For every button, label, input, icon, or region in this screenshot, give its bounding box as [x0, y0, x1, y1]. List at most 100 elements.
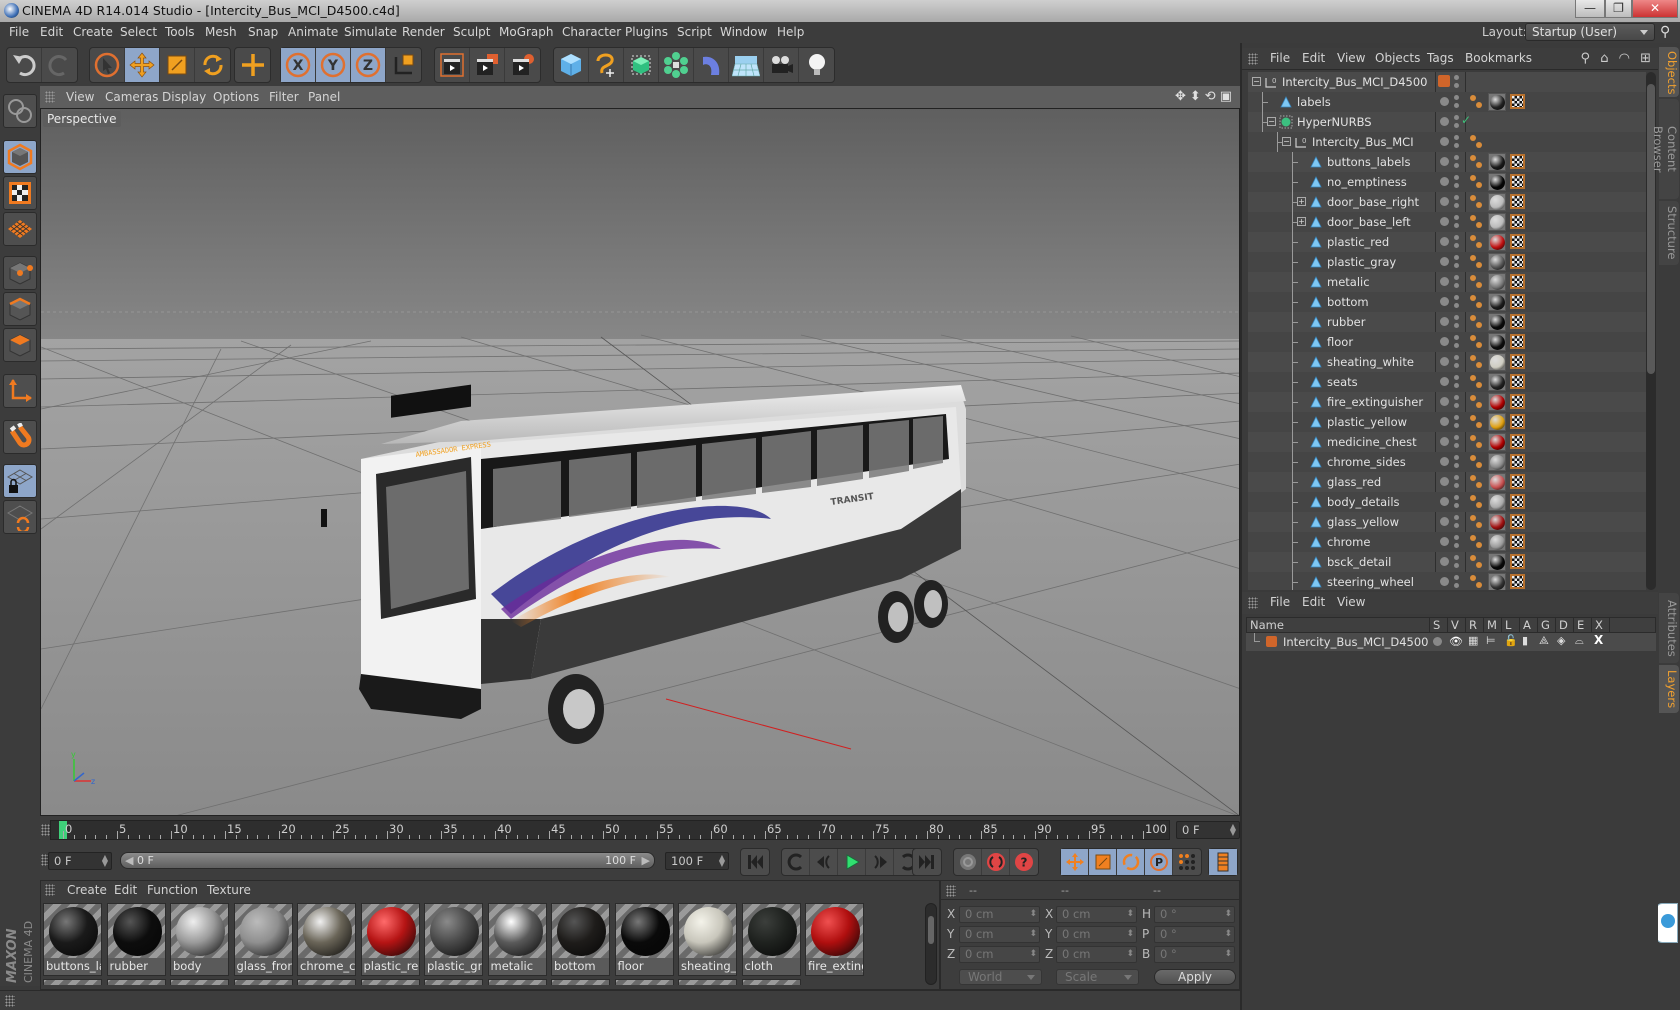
layer-dot[interactable]: [1440, 137, 1449, 146]
play-button[interactable]: [838, 849, 866, 875]
menu-tools[interactable]: Tools: [165, 25, 195, 39]
uvw-tag-icon[interactable]: [1510, 174, 1525, 189]
object-name[interactable]: metalic: [1327, 275, 1370, 289]
restore-button[interactable]: ❐: [1605, 0, 1632, 18]
visibility-toggle[interactable]: [1454, 75, 1459, 89]
coordinate-space-select[interactable]: World: [959, 969, 1042, 985]
visibility-toggle[interactable]: [1454, 375, 1459, 389]
material-grip[interactable]: [45, 884, 55, 896]
y-axis-button[interactable]: Y: [316, 48, 351, 82]
phong-tag-icon[interactable]: [1470, 535, 1484, 550]
layer-dot[interactable]: [1440, 537, 1449, 546]
apply-button[interactable]: Apply: [1154, 969, 1236, 985]
object-name[interactable]: bottom: [1327, 295, 1369, 309]
minimize-button[interactable]: —: [1575, 0, 1605, 18]
material-swatch[interactable]: glass_front: [233, 903, 293, 976]
layer-dot[interactable]: [1440, 97, 1449, 106]
material-swatch-next-row[interactable]: [297, 979, 356, 985]
layer-dot[interactable]: [1440, 417, 1449, 426]
menu-plugins[interactable]: Plugins: [625, 25, 668, 39]
material-swatch-next-row[interactable]: [233, 979, 293, 985]
object-row[interactable]: + door_base_left: [1248, 212, 1646, 232]
lock-workplane-button[interactable]: [3, 464, 37, 498]
tab-content-browser[interactable]: Content Browser: [1651, 99, 1679, 199]
material-tag-icon[interactable]: [1488, 233, 1506, 251]
tab-layers[interactable]: Layers: [1659, 665, 1679, 713]
object-name[interactable]: fire_extinguisher: [1327, 395, 1423, 409]
object-row[interactable]: body_details: [1248, 492, 1646, 512]
object-row[interactable]: − HyperNURBS ✓: [1248, 112, 1646, 132]
object-name[interactable]: steering_wheel: [1327, 575, 1414, 589]
material-scrollbar[interactable]: [925, 903, 937, 985]
visibility-toggle[interactable]: [1454, 255, 1459, 269]
layer-dot[interactable]: [1440, 377, 1449, 386]
phong-tag-icon[interactable]: [1470, 235, 1484, 250]
visibility-toggle[interactable]: [1454, 135, 1459, 149]
material-tag-icon[interactable]: [1488, 533, 1506, 551]
menu-character[interactable]: Character: [562, 25, 621, 39]
menu-window[interactable]: Window: [720, 25, 767, 39]
visibility-toggle[interactable]: [1454, 295, 1459, 309]
phong-tag-icon[interactable]: [1470, 255, 1484, 270]
visibility-toggle[interactable]: [1454, 115, 1459, 129]
visibility-toggle[interactable]: [1454, 95, 1459, 109]
object-row[interactable]: buttons_labels: [1248, 152, 1646, 172]
uvw-tag-icon[interactable]: [1510, 94, 1525, 109]
menu-select[interactable]: Select: [120, 25, 157, 39]
floor-button[interactable]: [729, 48, 764, 82]
layer-dot[interactable]: [1440, 457, 1449, 466]
previous-key-button[interactable]: [782, 849, 810, 875]
om-menu-tags[interactable]: Tags: [1427, 51, 1454, 65]
phong-tag-icon[interactable]: [1470, 135, 1484, 150]
menu-render[interactable]: Render: [402, 25, 445, 39]
uvw-tag-icon[interactable]: [1510, 274, 1525, 289]
material-tag-icon[interactable]: [1488, 213, 1506, 231]
object-row[interactable]: sheating_white: [1248, 352, 1646, 372]
rotation-b-field[interactable]: 0 °: [1154, 946, 1235, 963]
timeline-ruler[interactable]: 0 5 10 15 20 25 30 35 40 45 50 55 60 65 70 75 80 85 90 95 10…: [50, 820, 1170, 840]
layer-dot[interactable]: [1440, 317, 1449, 326]
object-row[interactable]: no_emptiness: [1248, 172, 1646, 192]
om-menu-edit[interactable]: Edit: [1302, 51, 1325, 65]
col-xref[interactable]: X: [1592, 618, 1610, 632]
close-button[interactable]: ✕: [1632, 0, 1678, 18]
phong-tag-icon[interactable]: [1470, 195, 1484, 210]
col-locked[interactable]: L: [1502, 618, 1520, 632]
rotation-h-field[interactable]: 0 °: [1154, 906, 1235, 923]
record-active-objects-button[interactable]: [954, 849, 982, 875]
material-swatch-next-row[interactable]: [614, 979, 674, 985]
visibility-toggle[interactable]: [1454, 355, 1459, 369]
timeline-window-button[interactable]: [1209, 849, 1237, 875]
col-render[interactable]: R: [1466, 618, 1484, 632]
material-swatch[interactable]: metalic: [487, 903, 547, 976]
uvw-tag-icon[interactable]: [1510, 194, 1525, 209]
position-y-field[interactable]: 0 cm: [959, 926, 1040, 943]
uvw-tag-icon[interactable]: [1510, 314, 1525, 329]
layout-select[interactable]: Startup (User): [1525, 23, 1655, 41]
uvw-tag-icon[interactable]: [1510, 234, 1525, 249]
material-swatch[interactable]: body: [170, 903, 229, 976]
layer-lock-icon[interactable]: 🔓: [1504, 634, 1518, 647]
phong-tag-icon[interactable]: [1470, 155, 1484, 170]
coordinate-system-button[interactable]: [386, 48, 421, 82]
polygons-mode-button[interactable]: [3, 328, 37, 362]
object-name[interactable]: door_base_right: [1327, 195, 1419, 209]
nurbs-button[interactable]: [624, 48, 659, 82]
material-menu-edit[interactable]: Edit: [114, 883, 137, 897]
rotate-button[interactable]: [195, 48, 230, 82]
render-view-button[interactable]: [435, 48, 470, 82]
visibility-toggle[interactable]: [1454, 155, 1459, 169]
uvw-tag-icon[interactable]: [1510, 394, 1525, 409]
uvw-tag-icon[interactable]: [1510, 334, 1525, 349]
visibility-toggle[interactable]: [1454, 335, 1459, 349]
om-menu-file[interactable]: File: [1270, 51, 1290, 65]
uvw-tag-icon[interactable]: [1510, 154, 1525, 169]
eye-icon[interactable]: ◠: [1619, 51, 1633, 66]
object-name[interactable]: plastic_yellow: [1327, 415, 1407, 429]
viewport-menu-display[interactable]: Display: [162, 90, 206, 104]
previous-frame-button[interactable]: [810, 849, 838, 875]
axis-mode-button[interactable]: [3, 374, 37, 408]
material-menu-texture[interactable]: Texture: [207, 883, 251, 897]
object-row[interactable]: chrome_sides: [1248, 452, 1646, 472]
object-row[interactable]: bsck_detail: [1248, 552, 1646, 572]
